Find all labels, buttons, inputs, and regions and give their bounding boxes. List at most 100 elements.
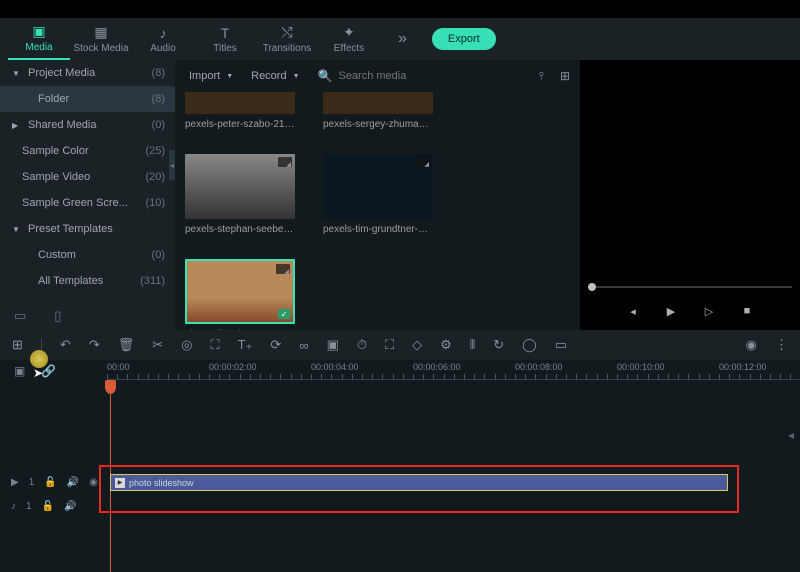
prev-frame-button[interactable]: ◂ xyxy=(623,301,643,321)
grid-view-icon[interactable]: ⊞ xyxy=(560,69,570,84)
track-number: 1 xyxy=(29,477,35,488)
media-item-selected[interactable]: ✓ photo slideshow xyxy=(185,259,295,330)
screen-icon[interactable]: ▭ xyxy=(555,337,567,353)
video-track-head: ▶ 1 🔓 🔊 ◉ xyxy=(0,477,107,488)
ruler-tick xyxy=(138,374,139,379)
tab-effects[interactable]: ✦ Effects xyxy=(318,18,380,60)
ruler-tick xyxy=(291,374,292,379)
ruler-tick xyxy=(739,374,740,379)
sidebar-item-preset-templates[interactable]: ▼ Preset Templates xyxy=(0,216,175,242)
media-item[interactable]: pexels-peter-szabo-218... xyxy=(185,92,295,130)
ruler-tick xyxy=(158,374,159,379)
track-number: 1 xyxy=(26,501,32,512)
tab-label: Audio xyxy=(150,43,176,54)
speed-button[interactable]: ⟳ xyxy=(270,337,281,353)
ruler-tick xyxy=(699,374,700,379)
sidebar-label: Shared Media xyxy=(28,119,148,131)
ruler-tick xyxy=(607,374,608,379)
sidebar-item-folder[interactable]: Folder (8) xyxy=(0,86,175,112)
timer-icon[interactable]: ⏱ xyxy=(357,337,367,353)
sidebar-item-all-templates[interactable]: All Templates (311) xyxy=(0,268,175,294)
chevron-right-icon: ▶ xyxy=(12,121,22,130)
media-item-name: pexels-peter-szabo-218... xyxy=(185,119,295,130)
ruler-tick xyxy=(760,374,761,379)
mixer-icon[interactable]: ◉ xyxy=(746,337,757,353)
text-button[interactable]: T₊ xyxy=(238,337,253,353)
tab-stock-media[interactable]: ▦ Stock Media xyxy=(70,18,132,60)
tab-audio[interactable]: ♪ Audio xyxy=(132,18,194,60)
refresh-icon[interactable]: ↻ xyxy=(493,337,504,353)
panel-splitter[interactable]: ◂ xyxy=(169,150,175,180)
delete-button[interactable]: 🗑 xyxy=(118,337,135,353)
tab-label: Stock Media xyxy=(73,43,128,54)
sidebar-label: Preset Templates xyxy=(28,223,165,235)
preview-viewport[interactable] xyxy=(580,60,800,282)
sidebar-item-project-media[interactable]: ▼ Project Media (8) xyxy=(0,60,175,86)
tab-transitions[interactable]: ⤭ Transitions xyxy=(256,18,318,60)
stop-button[interactable]: ■ xyxy=(737,301,757,321)
audio-track-icon[interactable]: ♪ xyxy=(11,501,16,512)
more-icon[interactable]: ⋮ xyxy=(775,337,788,353)
main-content: ▼ Project Media (8) Folder (8) ▶ Shared … xyxy=(0,60,800,330)
video-track-icon[interactable]: ▶ xyxy=(11,477,19,488)
grid-icon[interactable]: ⊞ xyxy=(12,337,23,353)
link-button[interactable]: ∞ xyxy=(299,338,308,353)
ruler-tick xyxy=(148,374,149,379)
record-dropdown[interactable]: Record ▼ xyxy=(247,68,303,84)
tag-icon[interactable]: ◎ xyxy=(181,337,192,353)
audio-track-row: ♪ 1 🔓 🔊 xyxy=(0,494,800,518)
tab-label: Media xyxy=(25,42,52,53)
settings-icon[interactable]: ⚙ xyxy=(440,337,452,353)
expand-icon[interactable]: ⛶ xyxy=(385,337,394,353)
tab-media[interactable]: ▣ Media xyxy=(8,18,70,60)
sidebar-item-shared-media[interactable]: ▶ Shared Media (0) xyxy=(0,112,175,138)
voice-icon[interactable]: ◯ xyxy=(522,337,537,353)
tracks: ▶ 1 🔓 🔊 ◉ ♪ 1 🔓 🔊 xyxy=(0,408,800,518)
track-body[interactable] xyxy=(107,494,800,518)
sidebar-item-custom[interactable]: Custom (0) xyxy=(0,242,175,268)
ruler-tick-label: 00:00:06:00 xyxy=(413,362,461,372)
sidebar-item-sample-green[interactable]: Sample Green Scre... (10) xyxy=(0,190,175,216)
redo-button[interactable]: ↷ xyxy=(89,337,100,353)
dropdown-label: Import xyxy=(189,70,220,82)
media-thumbnail xyxy=(185,92,295,114)
eye-icon[interactable]: ◉ xyxy=(89,477,98,488)
tab-label: Transitions xyxy=(263,43,312,54)
ruler-tick xyxy=(240,374,241,379)
mute-icon[interactable]: 🔊 xyxy=(64,501,76,512)
track-body[interactable] xyxy=(107,470,800,494)
ruler-tick xyxy=(168,374,169,379)
tab-titles[interactable]: T Titles xyxy=(194,18,256,60)
search-input[interactable] xyxy=(338,70,448,82)
crop-button[interactable]: ⛶ xyxy=(210,337,219,353)
playhead-handle[interactable] xyxy=(105,380,116,394)
next-button[interactable]: ▷ xyxy=(699,301,719,321)
export-button[interactable]: Export xyxy=(432,28,496,50)
media-item[interactable]: pexels-stephan-seeber-... xyxy=(185,154,295,235)
folder-icon[interactable]: ▯ xyxy=(54,308,61,324)
record-button[interactable]: ▣ xyxy=(327,337,339,353)
timeline-ruler[interactable]: 00:0000:00:02:0000:00:04:0000:00:06:0000… xyxy=(107,360,800,382)
ruler-tick xyxy=(790,374,791,379)
more-tabs-button[interactable]: » xyxy=(398,30,407,48)
sidebar-item-sample-color[interactable]: Sample Color (25) xyxy=(0,138,175,164)
lock-icon[interactable]: 🔓 xyxy=(42,501,54,512)
media-item[interactable]: pexels-sergey-zhumaev-... xyxy=(323,92,433,130)
seek-handle[interactable] xyxy=(588,283,596,291)
sidebar-label: Sample Video xyxy=(22,171,141,183)
snapshot-icon[interactable]: ▣ xyxy=(14,364,25,378)
play-button[interactable]: ▶ xyxy=(661,301,681,321)
new-folder-icon[interactable]: ▭ xyxy=(14,308,26,324)
ruler-tick xyxy=(780,374,781,379)
equalizer-icon[interactable]: ⫴ xyxy=(470,337,475,353)
media-item[interactable]: pexels-tim-grundtner-38... xyxy=(323,154,433,235)
seek-bar[interactable] xyxy=(580,282,800,292)
diamond-icon[interactable]: ◇ xyxy=(412,337,422,353)
import-dropdown[interactable]: Import ▼ xyxy=(185,68,237,84)
mute-icon[interactable]: 🔊 xyxy=(67,477,79,488)
filter-icon[interactable]: ⫯ xyxy=(539,69,544,84)
sidebar-item-sample-video[interactable]: Sample Video (20) xyxy=(0,164,175,190)
undo-button[interactable]: ↶ xyxy=(60,337,71,353)
lock-icon[interactable]: 🔓 xyxy=(44,477,56,488)
cut-button[interactable]: ✂ xyxy=(152,337,163,353)
